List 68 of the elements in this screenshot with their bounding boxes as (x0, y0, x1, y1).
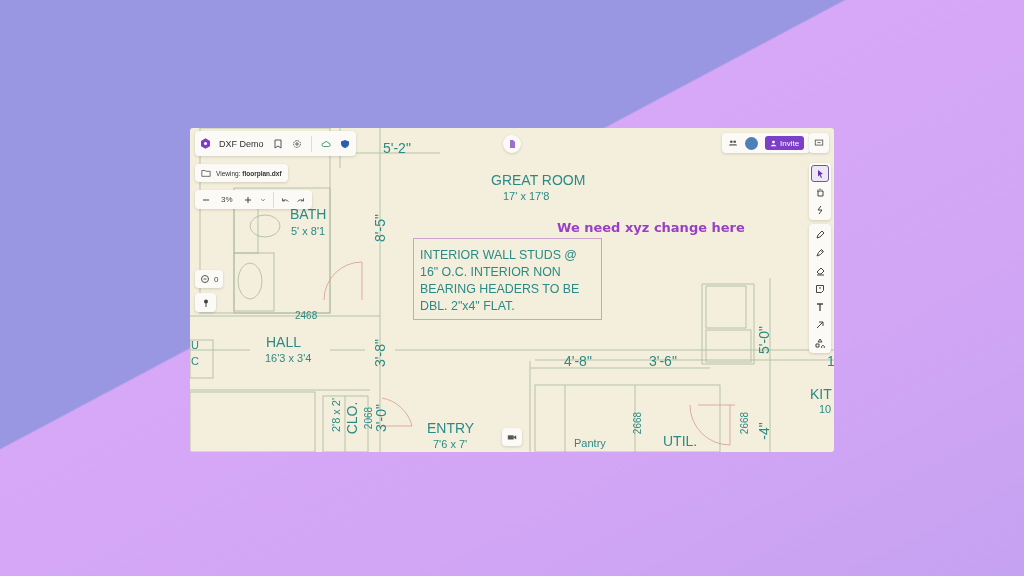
add-person-icon (770, 139, 777, 147)
dimension-label: 5'-0" (757, 326, 771, 354)
room-size-label: 10 (819, 404, 832, 415)
room-label: GREAT ROOM (491, 173, 586, 187)
plus-icon (242, 194, 253, 205)
door-code-label: 2468 (295, 311, 318, 321)
room-size-label: C (191, 356, 199, 367)
room-size-label: U (191, 340, 199, 351)
note-text: BEARING HEADERS TO BE (420, 281, 581, 297)
user-avatar[interactable] (745, 136, 758, 150)
lightning-icon (815, 204, 825, 215)
room-size-label: 7'6 x 7' (433, 439, 468, 450)
door-code-label: 2068 (364, 406, 374, 430)
pencil-icon (815, 229, 825, 240)
annotation-text: We need xyz change here (557, 220, 745, 235)
dimension-label: 3'-0" (374, 404, 388, 432)
note-text: 16" O.C. INTERIOR NON (420, 264, 562, 280)
app-title: DXF Demo (219, 138, 264, 149)
dimension-label: 3'-6" (649, 354, 677, 368)
document-button[interactable] (503, 135, 521, 153)
text-icon (815, 301, 825, 312)
room-size-label: 16'3 x 3'4 (265, 353, 312, 364)
chat-icon (814, 138, 824, 148)
invite-button[interactable]: Invite (765, 136, 805, 150)
dimension-label: 3'-8" (373, 339, 387, 367)
cloud-icon[interactable] (320, 138, 331, 149)
room-size-label: 2'8 x 2' (330, 397, 342, 433)
room-size-label: 17' x 17'8 (503, 191, 550, 202)
settings-icon[interactable] (291, 138, 302, 149)
pointer-icon (815, 168, 825, 179)
room-label: UTIL. (663, 434, 698, 448)
room-label: KIT (810, 387, 832, 401)
dimension-label: 4'-8" (564, 354, 592, 368)
comment-icon (200, 274, 210, 284)
zoom-level: 3% (220, 195, 234, 204)
comment-count: 0 (214, 274, 219, 284)
people-icon[interactable] (728, 138, 738, 148)
pin-button[interactable] (195, 293, 216, 312)
tool-button[interactable] (811, 165, 829, 182)
room-label: HALL (266, 335, 302, 349)
arrow-icon (815, 319, 825, 330)
note-icon (815, 283, 825, 294)
shield-icon[interactable] (339, 138, 350, 149)
pen-icon (815, 247, 825, 258)
note-text: DBL. 2"x4" FLAT. (420, 298, 516, 314)
chat-button[interactable] (809, 133, 829, 153)
room-label: ENTRY (427, 421, 475, 435)
note-text: INTERIOR WALL STUDS @ (420, 247, 578, 263)
hexagon-logo-icon (201, 138, 210, 149)
door-code-label: 2668 (633, 411, 643, 435)
document-icon (507, 139, 517, 149)
zoom-in-button[interactable] (242, 194, 253, 205)
room-label: CLO. (345, 401, 359, 435)
room-label: BATH (290, 207, 327, 221)
room-size-label: 5' x 8'1 (291, 226, 326, 237)
camera-button[interactable] (502, 428, 522, 446)
room-size-label: Pantry (574, 438, 606, 449)
dimension-label: 5'-2" (383, 141, 411, 155)
dimension-label: 1 (827, 354, 834, 368)
bookmark-icon[interactable] (272, 138, 283, 149)
dimension-label: -4" (757, 422, 771, 440)
camera-icon (507, 432, 517, 442)
dimension-label: 8'-5" (373, 214, 387, 242)
door-code-label: 2668 (740, 411, 750, 435)
comments-button[interactable]: 0 (195, 270, 224, 288)
folder-icon (201, 168, 211, 178)
eraser-icon (815, 265, 825, 276)
shapes-icon (815, 337, 825, 348)
